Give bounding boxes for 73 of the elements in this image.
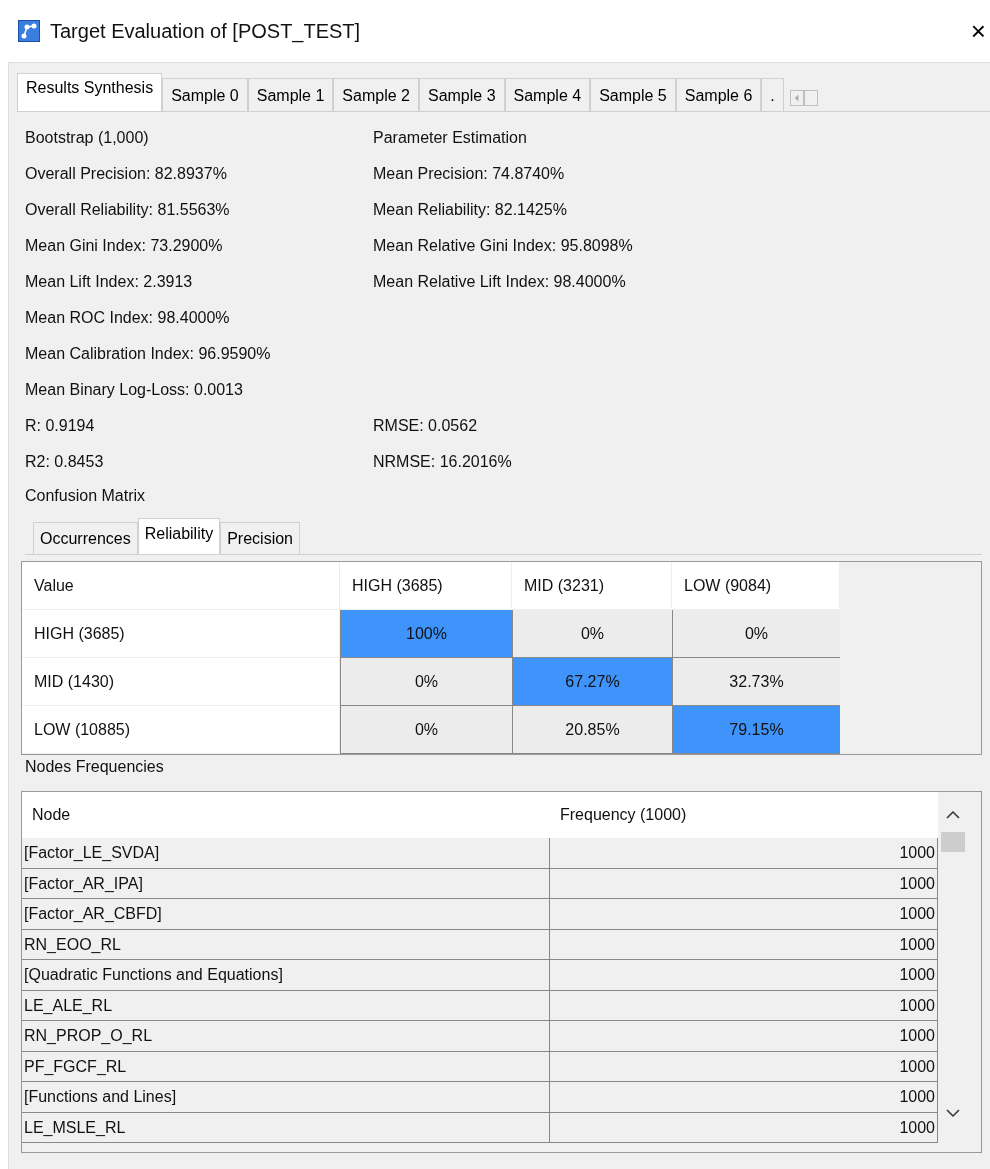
row-header: LOW (10885): [22, 706, 340, 754]
tab[interactable]: Sample 1: [247, 78, 334, 111]
column-header: Node: [22, 792, 550, 838]
table-cell: PF_FGCF_RL: [22, 1051, 550, 1082]
stat-text: Mean Precision: 74.8740%: [373, 164, 566, 184]
stat-text: RMSE: 0.0562: [373, 416, 479, 436]
column-header: Frequency (1000): [550, 792, 938, 838]
table-cell: 32.73%: [672, 658, 840, 706]
stat-text: Bootstrap (1,000): [25, 128, 150, 148]
table-cell: 67.27%: [512, 658, 672, 706]
table-cell: LE_MSLE_RL: [22, 1112, 550, 1143]
section-label: Confusion Matrix: [25, 486, 147, 506]
tab[interactable]: Sample 4: [504, 78, 591, 111]
window-title: Target Evaluation of [POST_TEST]: [50, 19, 362, 43]
tab[interactable]: Precision: [220, 522, 300, 554]
table-cell: 79.15%: [672, 706, 840, 754]
table-cell: LE_ALE_RL: [22, 990, 550, 1021]
table-cell: 1000: [550, 1051, 938, 1082]
table-cell: 1000: [550, 868, 938, 899]
table-cell: 1000: [550, 899, 938, 930]
stat-text: Mean Gini Index: 73.2900%: [25, 236, 224, 256]
table-cell: 1000: [550, 1112, 938, 1143]
stat-text: Mean Calibration Index: 96.9590%: [25, 344, 272, 364]
network-icon: [18, 20, 40, 42]
table-cell: 1000: [550, 838, 938, 869]
tab[interactable]: Occurrences: [33, 522, 138, 554]
table-cell: 1000: [550, 1082, 938, 1113]
table-cell: 100%: [340, 610, 512, 658]
table-cell: [Quadratic Functions and Equations]: [22, 960, 550, 991]
table-cell: 0%: [340, 658, 512, 706]
table-cell: RN_EOO_RL: [22, 929, 550, 960]
stat-text: Parameter Estimation: [373, 128, 528, 148]
tab[interactable]: Sample 2: [333, 78, 419, 111]
tab[interactable]: Results Synthesis: [17, 73, 163, 111]
close-button[interactable]: ×: [968, 15, 988, 47]
table-cell: 1000: [550, 929, 938, 960]
table-cell: 1000: [550, 1021, 938, 1052]
stat-text: Mean Reliability: 82.1425%: [373, 200, 568, 220]
table-cell: [Factor_LE_SVDA]: [22, 838, 550, 869]
table-cell: 0%: [672, 610, 840, 658]
table-cell: 20.85%: [512, 706, 672, 754]
table-cell: [Factor_AR_CBFD]: [22, 899, 550, 930]
row-header: HIGH (3685): [22, 610, 340, 658]
stat-text: Mean Relative Gini Index: 95.8098%: [373, 236, 634, 256]
table-cell: 0%: [340, 706, 512, 754]
tab[interactable]: Sample 6: [675, 78, 762, 111]
stat-text: R2: 0.8453: [25, 452, 105, 472]
table-cell: 0%: [512, 610, 672, 658]
tab[interactable]: Reliability: [137, 518, 221, 554]
stat-text: NRMSE: 16.2016%: [373, 452, 513, 472]
tab[interactable]: Sample 0: [162, 78, 248, 111]
tab[interactable]: Sample 5: [590, 78, 676, 111]
row-header: MID (1430): [22, 658, 340, 706]
section-label: Nodes Frequencies: [25, 757, 165, 777]
stat-text: Mean Relative Lift Index: 98.4000%: [373, 272, 627, 292]
table-cell: RN_PROP_O_RL: [22, 1021, 550, 1052]
table-cell: [Factor_AR_IPA]: [22, 868, 550, 899]
table-cell: 1000: [550, 960, 938, 991]
table-cell: [Functions and Lines]: [22, 1082, 550, 1113]
column-header: LOW (9084): [672, 562, 840, 610]
column-header: MID (3231): [512, 562, 672, 610]
stat-text: Overall Reliability: 81.5563%: [25, 200, 231, 220]
stat-text: Mean ROC Index: 98.4000%: [25, 308, 231, 328]
tab[interactable]: .: [761, 78, 784, 111]
column-header: HIGH (3685): [340, 562, 512, 610]
stat-text: Mean Lift Index: 2.3913: [25, 272, 194, 292]
column-header: Value: [22, 562, 340, 610]
tab-scroll-arrows[interactable]: [789, 87, 818, 109]
stat-text: Mean Binary Log-Loss: 0.0013: [25, 380, 244, 400]
stat-text: Overall Precision: 82.8937%: [25, 164, 228, 184]
tab[interactable]: Sample 3: [418, 78, 505, 111]
stat-text: R: 0.9194: [25, 416, 96, 436]
table-cell: 1000: [550, 990, 938, 1021]
